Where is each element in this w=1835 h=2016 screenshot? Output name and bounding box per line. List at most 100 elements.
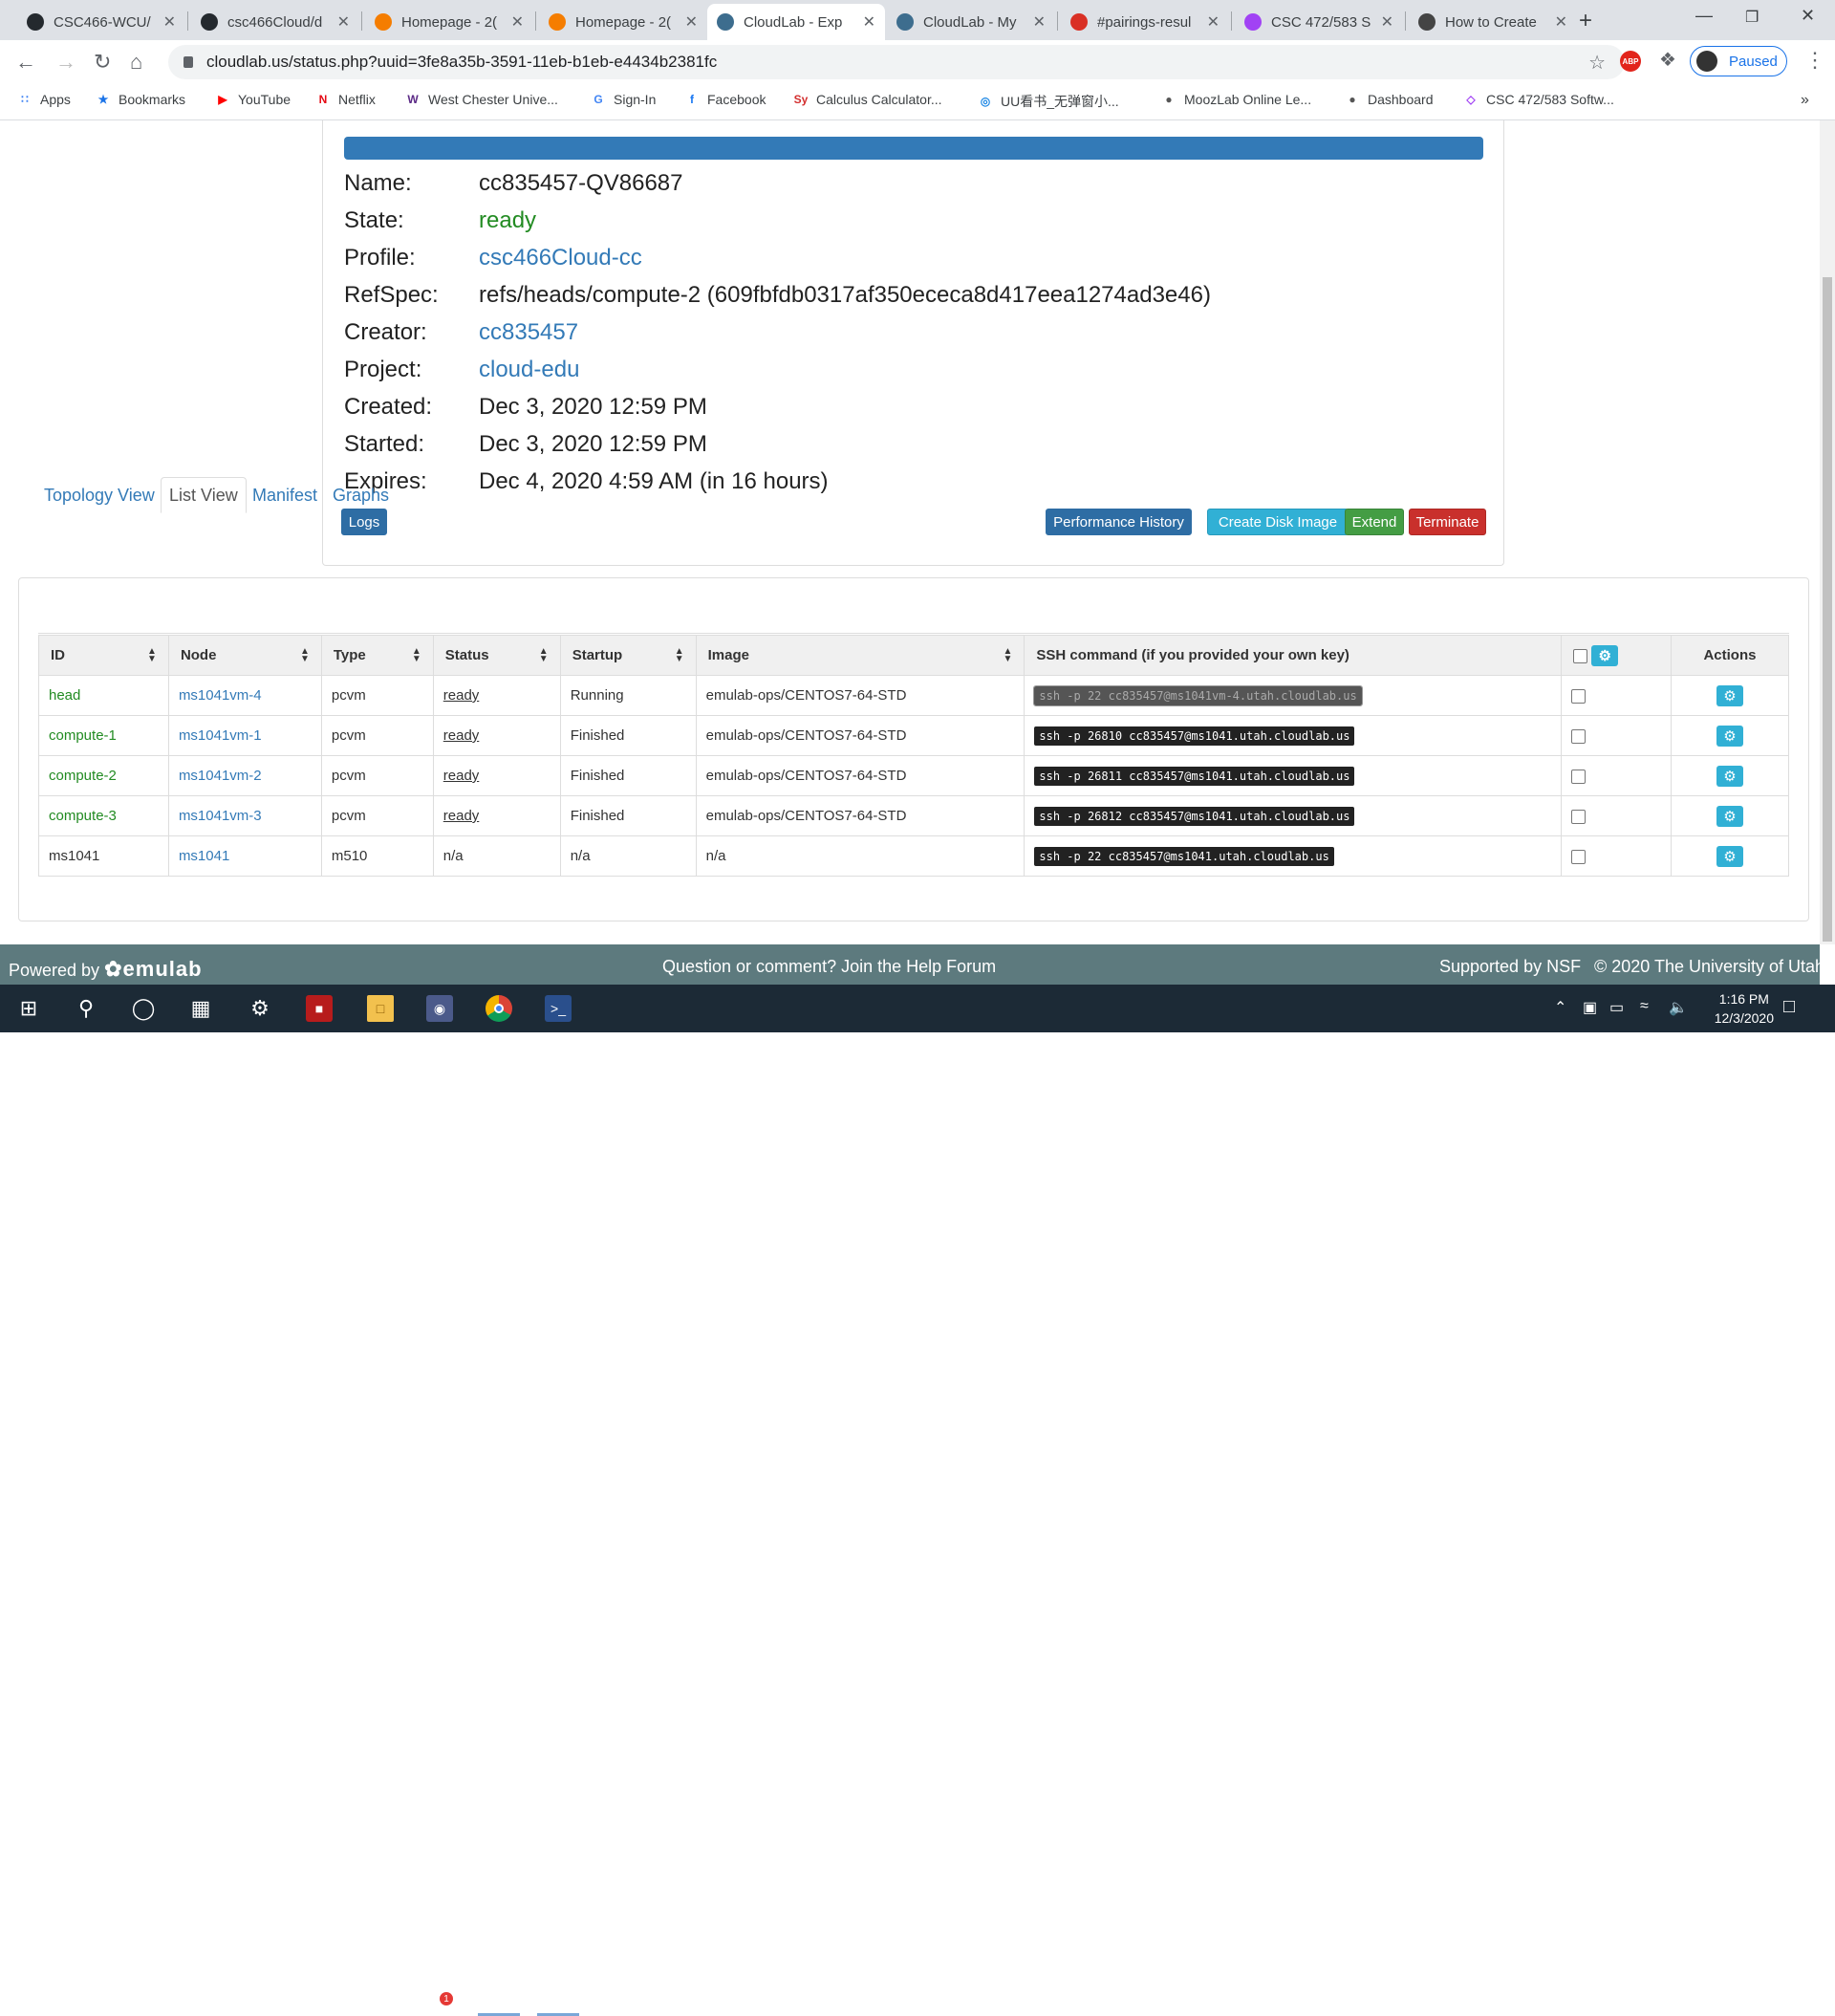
cell-node[interactable]: ms1041vm-1 [167,715,322,756]
ssh-command[interactable]: ssh -p 22 cc835457@ms1041vm-4.utah.cloud… [1033,684,1363,706]
browser-tab[interactable]: CSC 472/583 S ✕ [1235,4,1403,40]
browser-tab[interactable]: csc466Cloud/d ✕ [191,4,359,40]
bookmark-item[interactable]: ● Dashboard [1345,92,1433,107]
powershell-icon[interactable]: >_ [545,995,572,1022]
bookmark-item[interactable]: ● MoozLab Online Le... [1161,92,1311,107]
notifications-icon[interactable]: □ [1783,996,1795,1018]
extensions-puzzle-icon[interactable]: ❖ [1659,48,1676,72]
ssh-command[interactable]: ssh -p 26811 cc835457@ms1041.utah.cloudl… [1034,766,1355,786]
close-tab-icon[interactable]: ✕ [685,12,698,32]
terminate-button[interactable]: Terminate [1409,509,1486,535]
bookmark-item[interactable]: Sy Calculus Calculator... [793,92,942,107]
bulk-gear-icon[interactable]: ⚙ [1591,644,1619,666]
row-checkbox[interactable] [1571,769,1587,784]
row-checkbox[interactable] [1571,728,1587,744]
performance-history-button[interactable]: Performance History [1046,509,1192,535]
wifi-icon[interactable]: ≈ [1640,998,1649,1015]
status-link[interactable]: ready [443,727,480,744]
cell-node[interactable]: ms1041vm-3 [167,795,322,836]
cell-node[interactable]: ms1041vm-2 [167,755,322,796]
sort-icon[interactable]: ▲ ▼ [1003,647,1012,664]
sort-icon[interactable]: ▲ ▼ [300,647,310,664]
browser-menu-icon[interactable]: ⋮ [1804,48,1825,73]
create-disk-image-button[interactable]: Create Disk Image [1207,509,1349,535]
sort-icon[interactable]: ▲ ▼ [412,647,421,664]
chrome-icon[interactable] [486,995,512,1022]
sort-icon[interactable]: ▲ ▼ [539,647,549,664]
bookmark-item[interactable]: ◇ CSC 472/583 Softw... [1463,92,1613,107]
forward-arrow-icon[interactable]: → [55,50,76,75]
info-value[interactable]: csc466Cloud-cc [479,245,642,271]
info-value[interactable]: cloud-edu [479,357,579,383]
ssh-command[interactable]: ssh -p 22 cc835457@ms1041.utah.cloudlab.… [1034,846,1334,866]
column-header-status[interactable]: Status ▲ ▼ [432,635,561,676]
file-explorer-icon[interactable]: □ [367,995,394,1022]
tray-chevron-icon[interactable]: ⌃ [1554,998,1566,1017]
bookmark-item[interactable]: G Sign-In [591,92,656,107]
bookmark-item[interactable]: ★ Bookmarks [96,92,185,107]
row-checkbox[interactable] [1571,849,1587,864]
tab-list-view[interactable]: List View [161,477,247,513]
browser-tab[interactable]: Homepage - 2(✕ [365,4,533,40]
back-arrow-icon[interactable]: ← [15,50,36,75]
tab-topology-view[interactable]: Topology View [36,477,162,513]
address-bar[interactable]: cloudlab.us/status.php?uuid=3fe8a35b-359… [168,45,1625,79]
row-gear-icon[interactable]: ⚙ [1716,805,1743,827]
discord-icon[interactable]: ◉ [426,995,453,1022]
bookmark-star-icon[interactable]: ☆ [1588,51,1606,75]
close-tab-icon[interactable]: ✕ [1033,12,1046,32]
app-red-icon[interactable]: ■ [306,995,333,1022]
tray-device-icon[interactable]: ▣ [1583,998,1597,1017]
column-header-startup[interactable]: Startup ▲ ▼ [559,635,697,676]
settings-gear-icon[interactable]: ⚙ [247,995,273,1022]
sort-icon[interactable]: ▲ ▼ [147,647,157,664]
status-link[interactable]: ready [443,768,480,784]
bookmark-item[interactable]: ◎ UU看书_无弹窗小... [978,92,1119,111]
row-gear-icon[interactable]: ⚙ [1716,765,1743,787]
browser-tab[interactable]: CSC466-WCU/ ✕ [17,4,185,40]
row-checkbox[interactable] [1571,688,1587,704]
row-gear-icon[interactable]: ⚙ [1716,845,1743,867]
tab-manifest[interactable]: Manifest [245,477,325,513]
minimize-button[interactable]: — [1695,6,1713,26]
bookmark-item[interactable]: ▶ YouTube [215,92,291,107]
close-tab-icon[interactable]: ✕ [511,12,524,32]
row-gear-icon[interactable]: ⚙ [1716,684,1743,706]
browser-tab[interactable]: Homepage - 2(✕ [539,4,707,40]
cell-node[interactable]: ms1041 [167,835,322,877]
close-tab-icon[interactable]: ✕ [1381,12,1393,32]
close-tab-icon[interactable]: ✕ [163,12,176,32]
task-view-icon[interactable]: ▦ [187,995,214,1022]
extend-button[interactable]: Extend [1345,509,1404,535]
browser-tab[interactable]: CloudLab - Exp ✕ [707,4,885,40]
new-tab-button[interactable]: + [1579,8,1592,34]
status-link[interactable]: ready [443,687,480,704]
bookmark-item[interactable]: W West Chester Unive... [405,92,558,107]
ssh-command[interactable]: ssh -p 26810 cc835457@ms1041.utah.cloudl… [1034,726,1355,746]
select-all-checkbox[interactable] [1573,649,1588,664]
sort-icon[interactable]: ▲ ▼ [675,647,684,664]
windows-start-icon[interactable]: ⊞ [15,995,42,1022]
column-header-image[interactable]: Image ▲ ▼ [695,635,1025,676]
close-tab-icon[interactable]: ✕ [337,12,350,32]
status-link[interactable]: ready [443,808,480,824]
help-forum-link[interactable]: Question or comment? Join the Help Forum [662,957,996,977]
close-window-button[interactable]: ✕ [1801,6,1815,26]
close-tab-icon[interactable]: ✕ [1207,12,1220,32]
more-bookmarks-chevron-icon[interactable]: » [1801,92,1809,109]
column-header-type[interactable]: Type ▲ ▼ [320,635,434,676]
search-icon[interactable]: ⚲ [73,995,99,1022]
profile-button[interactable]: Paused [1690,46,1787,76]
ssh-command[interactable]: ssh -p 26812 cc835457@ms1041.utah.cloudl… [1034,806,1355,826]
bookmark-item[interactable]: f Facebook [684,92,766,107]
column-header-id[interactable]: ID ▲ ▼ [38,635,169,676]
browser-tab[interactable]: CloudLab - My ✕ [887,4,1055,40]
close-tab-icon[interactable]: ✕ [863,12,875,32]
reload-icon[interactable]: ↻ [94,50,111,75]
bookmark-item[interactable]: ∷ Apps [17,92,71,107]
system-clock[interactable]: 1:16 PM 12/3/2020 [1715,989,1774,1028]
home-icon[interactable]: ⌂ [130,50,142,75]
row-gear-icon[interactable]: ⚙ [1716,725,1743,747]
cell-node[interactable]: ms1041vm-4 [167,675,322,716]
volume-icon[interactable]: 🔈 [1669,998,1688,1017]
